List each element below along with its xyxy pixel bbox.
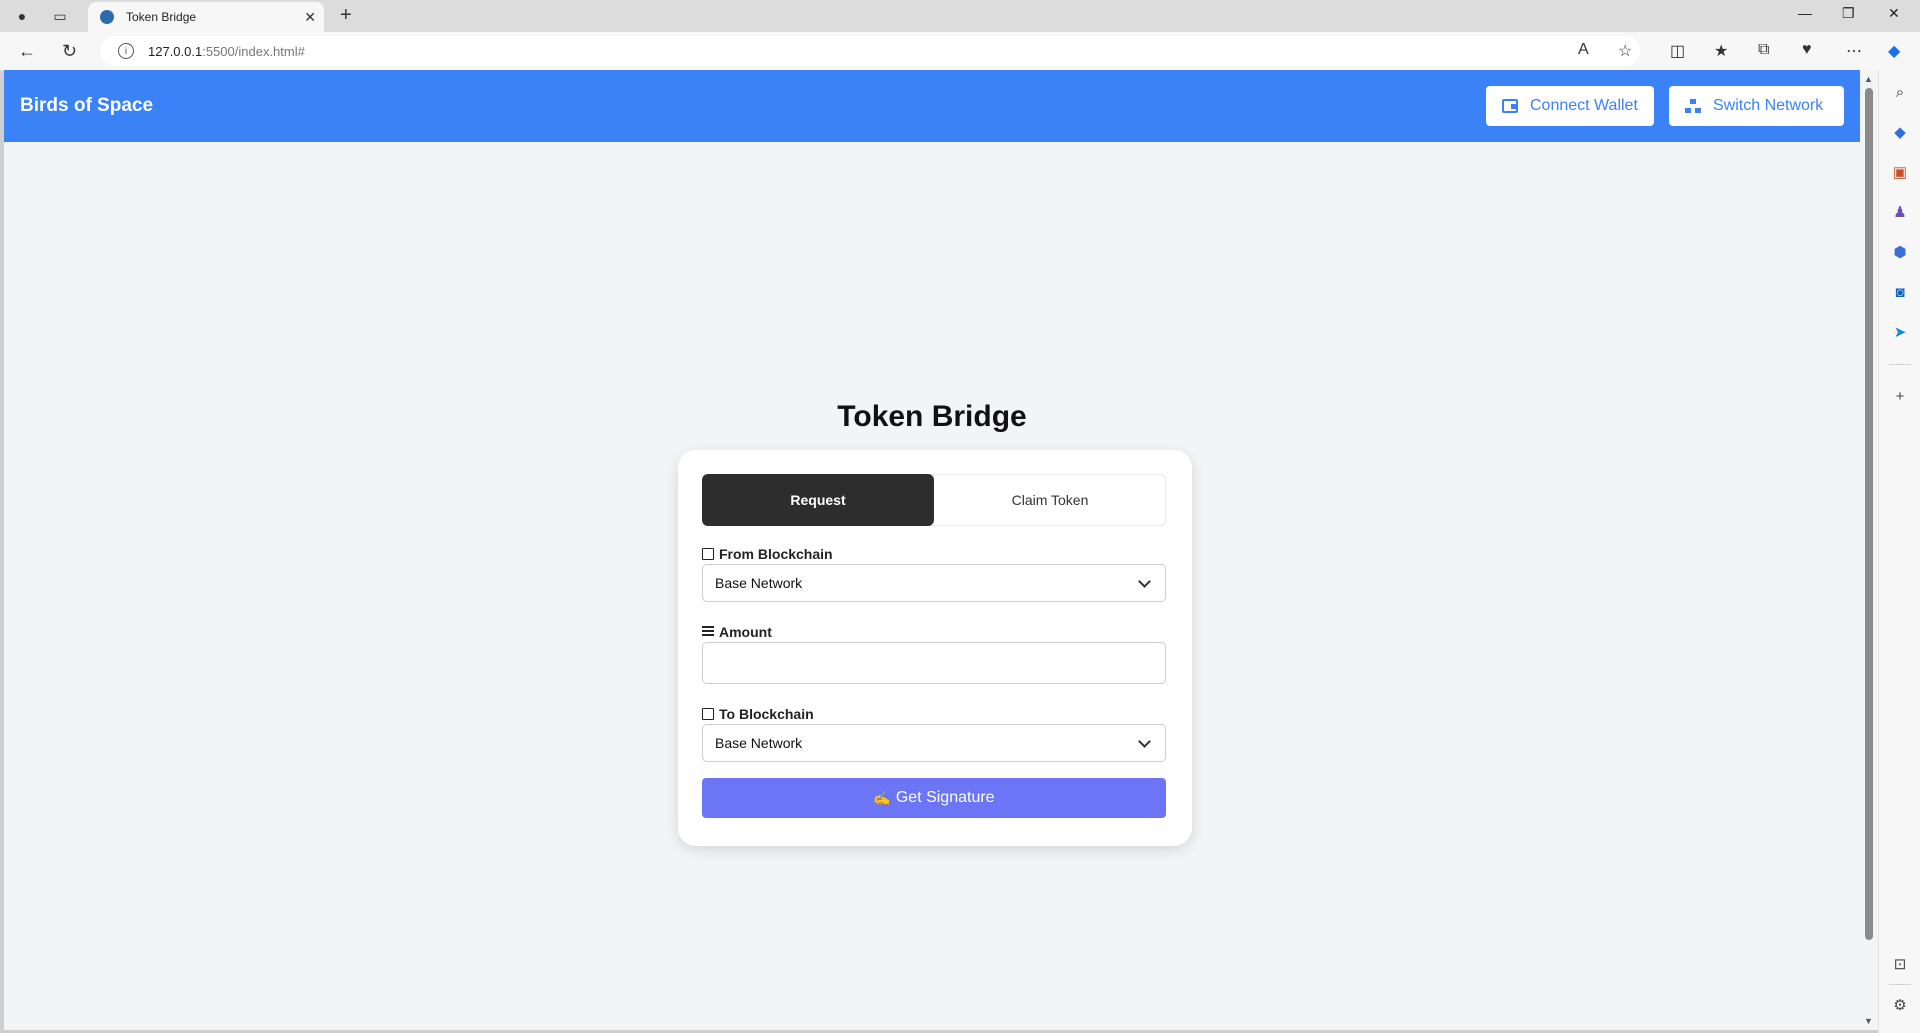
connect-wallet-label: Connect Wallet: [1530, 97, 1638, 114]
close-tab-icon[interactable]: ✕: [304, 9, 316, 26]
to-blockchain-value: Base Network: [715, 735, 803, 751]
address-toolbar: ← ↻ i 127.0.0.1:5500/index.html# A ☆ ◫ ★…: [0, 32, 1920, 71]
favorite-star-icon[interactable]: ☆: [1618, 41, 1632, 61]
new-tab-icon[interactable]: +: [340, 4, 352, 27]
scroll-up-icon[interactable]: ▲: [1864, 74, 1873, 84]
get-signature-label: Get Signature: [895, 789, 995, 806]
address-bar[interactable]: i 127.0.0.1:5500/index.html#: [100, 36, 1640, 66]
restore-icon[interactable]: ❐: [1842, 5, 1855, 22]
shopping-tag-icon[interactable]: ◆: [1890, 122, 1910, 142]
wallet-icon: [1502, 99, 1518, 113]
switch-network-label: Switch Network: [1713, 97, 1824, 114]
url-path: :5500/index.html#: [202, 43, 305, 59]
tab-title: Token Bridge: [126, 10, 197, 24]
outlook-icon[interactable]: ◙: [1890, 282, 1910, 302]
send-icon[interactable]: ➤: [1890, 322, 1910, 342]
amount-input[interactable]: [702, 642, 1166, 684]
to-blockchain-label: To Blockchain: [702, 706, 814, 722]
games-icon[interactable]: ♟: [1890, 202, 1910, 222]
scroll-down-icon[interactable]: ▼: [1864, 1016, 1873, 1026]
to-blockchain-select[interactable]: Base Network: [702, 724, 1166, 762]
copilot-icon[interactable]: ◆: [1888, 41, 1900, 61]
to-blockchain-text: To Blockchain: [719, 706, 814, 722]
amount-text: Amount: [719, 624, 772, 640]
get-signature-button[interactable]: ✍ Get Signature: [702, 778, 1166, 818]
scroll-thumb[interactable]: [1865, 88, 1873, 940]
back-icon[interactable]: ←: [18, 41, 36, 62]
from-blockchain-select[interactable]: Base Network: [702, 564, 1166, 602]
site-info-icon[interactable]: i: [118, 43, 134, 59]
tools-icon[interactable]: ▣: [1890, 162, 1910, 182]
browser-essentials-icon[interactable]: ♥: [1802, 41, 1812, 59]
page-scrollbar[interactable]: ▲ ▼: [1860, 70, 1878, 1030]
tab-request[interactable]: Request: [702, 474, 934, 526]
collections-icon[interactable]: ⧉: [1758, 41, 1769, 59]
tab-actions-icon[interactable]: ▭: [50, 6, 70, 26]
from-blockchain-label: From Blockchain: [702, 546, 833, 562]
close-window-icon[interactable]: ✕: [1888, 5, 1900, 22]
globe-icon: [100, 10, 114, 24]
page-title: Token Bridge: [837, 400, 1027, 433]
chevron-down-icon: [1138, 575, 1151, 588]
signature-icon: ✍: [873, 789, 891, 806]
chevron-down-icon: [1138, 735, 1151, 748]
tab-claim-token[interactable]: Claim Token: [934, 474, 1166, 526]
brand-title[interactable]: Birds of Space: [20, 95, 153, 117]
bridge-tabs: Request Claim Token: [702, 474, 1166, 526]
minimize-icon[interactable]: —: [1798, 5, 1812, 21]
site-header: Birds of Space Connect Wallet Switch Net…: [4, 70, 1860, 142]
cube-icon: [702, 548, 714, 560]
screenshot-icon[interactable]: ⊡: [1890, 954, 1910, 974]
refresh-icon[interactable]: ↻: [62, 41, 77, 62]
browser-tab[interactable]: Token Bridge ✕: [88, 2, 324, 32]
profile-icon[interactable]: ●: [12, 6, 32, 26]
edge-sidebar: ⌕ ◆ ▣ ♟ ⬢ ◙ ➤ + ⊡ ⚙: [1878, 70, 1920, 1033]
split-screen-icon[interactable]: ◫: [1670, 41, 1685, 61]
connect-wallet-button[interactable]: Connect Wallet: [1486, 86, 1654, 126]
add-icon[interactable]: +: [1890, 386, 1910, 406]
switch-network-button[interactable]: Switch Network: [1669, 86, 1844, 126]
coins-icon: [702, 626, 714, 638]
sidebar-divider: [1889, 364, 1911, 365]
amount-label: Amount: [702, 624, 772, 640]
bridge-card: Request Claim Token From Blockchain Base…: [678, 450, 1192, 846]
browser-tab-bar: ● ▭ Token Bridge ✕ + — ❐ ✕: [0, 0, 1920, 32]
network-icon: [1685, 99, 1701, 113]
read-aloud-icon[interactable]: A: [1578, 41, 1589, 59]
cube-icon: [702, 708, 714, 720]
microsoft365-icon[interactable]: ⬢: [1890, 242, 1910, 262]
settings-gear-icon[interactable]: ⚙: [1890, 995, 1910, 1015]
from-blockchain-text: From Blockchain: [719, 546, 833, 562]
more-menu-icon[interactable]: ⋯: [1846, 41, 1862, 61]
search-icon[interactable]: ⌕: [1890, 82, 1910, 102]
favorites-icon[interactable]: ★: [1714, 41, 1728, 61]
url-host: 127.0.0.1: [148, 43, 203, 59]
page-viewport: Birds of Space Connect Wallet Switch Net…: [4, 70, 1860, 1030]
sidebar-divider: [1889, 984, 1911, 985]
from-blockchain-value: Base Network: [715, 575, 803, 591]
